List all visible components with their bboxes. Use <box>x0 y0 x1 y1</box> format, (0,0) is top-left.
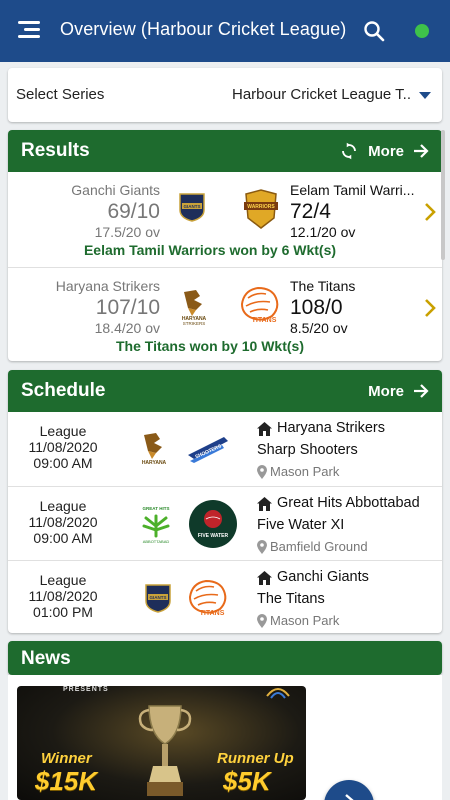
the-titans-logo: TITANS <box>240 286 279 324</box>
match-type: League <box>39 572 87 588</box>
svg-text:ABBOTTABAD: ABBOTTABAD <box>143 539 170 544</box>
app-bar: Overview (Harbour Cricket League) <box>0 0 450 62</box>
match-date: 11/08/2020 <box>28 514 98 530</box>
series-dropdown-value[interactable]: Harbour Cricket League T... <box>232 86 412 103</box>
results-more-link[interactable]: More <box>368 143 404 160</box>
schedule-row[interactable]: League 11/08/2020 09:00 AM GREAT HITS AB… <box>8 486 442 560</box>
team-a-overs: 17.5/20 ov <box>94 224 160 240</box>
haryana-strikers-logo: HARYANA <box>142 433 167 466</box>
news-title: News <box>21 648 71 669</box>
svg-text:FIVE WATER: FIVE WATER <box>198 533 229 539</box>
team-a-name: Ganchi Giants <box>71 182 160 198</box>
dropdown-caret-icon[interactable] <box>419 92 431 99</box>
away-team-name: Five Water XI <box>257 517 345 533</box>
team-a-overs: 18.4/20 ov <box>94 320 160 336</box>
home-icon <box>257 571 272 585</box>
result-row[interactable]: Ganchi Giants 69/10 17.5/20 ov GIANTS WA… <box>8 172 442 267</box>
match-result: Eelam Tamil Warriors won by 6 Wkt(s) <box>83 242 337 258</box>
status-dot <box>415 24 429 38</box>
svg-text:TITANS: TITANS <box>252 317 277 324</box>
chevron-right-icon[interactable] <box>424 202 436 222</box>
results-header: Results More <box>8 130 442 172</box>
match-date: 11/08/2020 <box>28 588 98 604</box>
home-icon <box>257 422 272 436</box>
team-b-score: 72/4 <box>290 200 331 223</box>
chevron-right-icon[interactable] <box>424 298 436 318</box>
scrollbar[interactable] <box>441 130 445 260</box>
result-row[interactable]: Haryana Strikers 107/10 18.4/20 ov HARYA… <box>8 267 442 361</box>
eelam-tamil-warriors-logo: WARRIORS <box>244 189 278 229</box>
schedule-row[interactable]: League 11/08/2020 01:00 PM GIANTS TITANS… <box>8 560 442 633</box>
results-card: Results More Ganchi Giants 69/10 17.5/20… <box>8 130 442 361</box>
arrow-right-icon[interactable] <box>412 382 430 400</box>
news-header: News <box>8 641 442 675</box>
match-date: 11/08/2020 <box>28 439 98 455</box>
match-time: 09:00 AM <box>33 530 93 546</box>
sponsor-logo <box>266 688 290 699</box>
venue-name: Mason Park <box>270 464 340 479</box>
location-pin-icon <box>257 540 267 554</box>
home-icon <box>257 497 272 511</box>
five-water-xi-logo: FIVE WATER <box>189 500 237 548</box>
haryana-strikers-logo: HARYANA STRIKERS <box>182 290 207 326</box>
ganchi-giants-logo: GIANTS <box>179 193 205 222</box>
team-b-overs: 8.5/20 ov <box>290 320 348 336</box>
series-selector[interactable]: Select Series Harbour Cricket League T..… <box>8 68 442 122</box>
svg-text:GIANTS: GIANTS <box>183 204 200 209</box>
banner-presents-text: PRESENTS <box>63 686 109 693</box>
team-a-score: 107/10 <box>95 296 160 319</box>
home-team-name: Great Hits Abbottabad <box>277 495 420 511</box>
match-time: 01:00 PM <box>33 604 93 620</box>
team-b-name: The Titans <box>290 278 356 294</box>
arrow-right-icon[interactable] <box>412 142 430 160</box>
runner-up-label: Runner Up <box>217 750 294 767</box>
search-icon[interactable] <box>362 19 386 43</box>
news-banner-image[interactable]: PRESENTS Winner $15K Runner Up $5K <box>17 686 306 800</box>
refresh-icon[interactable] <box>340 142 358 160</box>
match-type: League <box>39 498 87 514</box>
menu-icon[interactable] <box>18 21 40 39</box>
svg-text:WARRIORS: WARRIORS <box>247 204 275 210</box>
winner-amount: $15K <box>35 766 98 796</box>
team-a-score: 69/10 <box>107 200 160 223</box>
svg-text:GREAT HITS: GREAT HITS <box>143 506 170 511</box>
schedule-card: Schedule More League 11/08/2020 09:00 AM… <box>8 370 442 633</box>
location-pin-icon <box>257 465 267 479</box>
winner-label: Winner <box>41 750 92 767</box>
results-title: Results <box>21 140 90 161</box>
chevron-right-icon <box>345 794 354 800</box>
team-a-name: Haryana Strikers <box>55 278 160 294</box>
page-title: Overview (Harbour Cricket League) <box>60 19 347 39</box>
svg-text:TITANS: TITANS <box>200 610 225 617</box>
series-label: Select Series <box>16 86 105 103</box>
away-team-name: Sharp Shooters <box>257 442 358 458</box>
away-team-name: The Titans <box>257 591 325 607</box>
svg-text:STRIKERS: STRIKERS <box>183 321 206 326</box>
location-pin-icon <box>257 614 267 628</box>
news-card: News <box>8 641 442 675</box>
svg-text:HARYANA: HARYANA <box>142 460 167 466</box>
match-result: The Titans won by 10 Wkt(s) <box>116 338 304 354</box>
match-type: League <box>39 423 87 439</box>
trophy-icon <box>138 705 192 796</box>
venue-name: Mason Park <box>270 613 340 628</box>
schedule-row[interactable]: League 11/08/2020 09:00 AM HARYANA SHOOT… <box>8 412 442 486</box>
team-b-overs: 12.1/20 ov <box>290 224 356 240</box>
venue-name: Bamfield Ground <box>270 539 368 554</box>
home-team-name: Ganchi Giants <box>277 569 369 585</box>
great-hits-abbottabad-logo: GREAT HITS ABBOTTABAD <box>142 506 170 544</box>
the-titans-logo: TITANS <box>188 579 227 617</box>
team-b-score: 108/0 <box>290 296 343 319</box>
schedule-title: Schedule <box>21 380 106 401</box>
ganchi-giants-logo: GIANTS <box>145 584 171 613</box>
schedule-header: Schedule More <box>8 370 442 412</box>
sharp-shooters-logo: SHOOTERS <box>188 437 228 463</box>
schedule-more-link[interactable]: More <box>368 383 404 400</box>
match-time: 09:00 AM <box>33 455 93 471</box>
team-b-name: Eelam Tamil Warri... <box>290 182 415 198</box>
home-team-name: Haryana Strikers <box>277 420 385 436</box>
svg-text:GIANTS: GIANTS <box>149 595 166 600</box>
runner-up-amount: $5K <box>223 766 271 796</box>
